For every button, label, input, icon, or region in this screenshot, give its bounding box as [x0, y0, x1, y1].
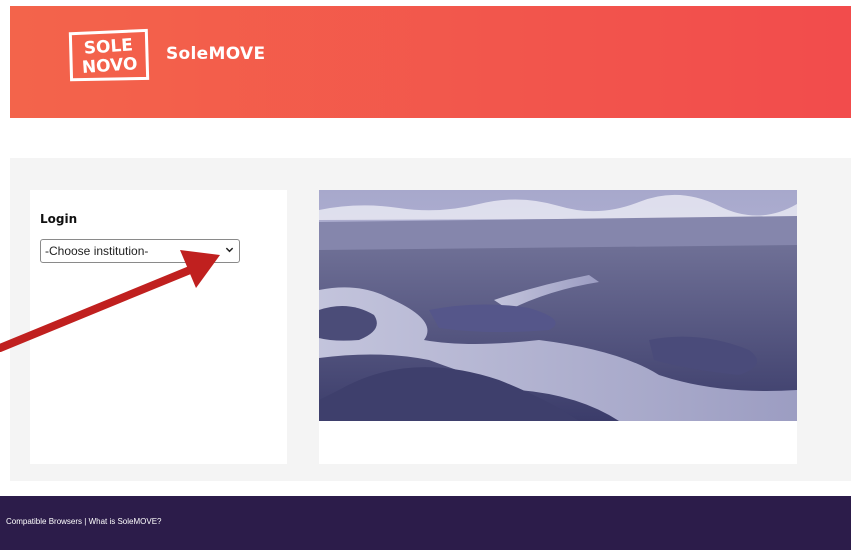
- what-is-solemove-link[interactable]: What is SoleMOVE?: [89, 517, 162, 526]
- hero-image-panel: [319, 190, 797, 464]
- solenovo-logo[interactable]: SOLE NOVO: [66, 24, 154, 88]
- login-heading: Login: [40, 212, 78, 226]
- login-panel: Login -Choose institution-: [30, 190, 287, 464]
- footer-links: Compatible Browsers | What is SoleMOVE?: [6, 517, 161, 526]
- compatible-browsers-link[interactable]: Compatible Browsers: [6, 517, 82, 526]
- header-banner: SOLE NOVO SoleMOVE: [10, 6, 851, 118]
- logo-line-2: NOVO: [81, 54, 138, 78]
- main-content: Login -Choose institution-: [10, 158, 851, 481]
- chevron-down-icon: [225, 247, 234, 253]
- lake-landscape-photo: [319, 190, 797, 421]
- institution-select[interactable]: -Choose institution-: [40, 239, 240, 263]
- app-title: SoleMOVE: [166, 44, 266, 64]
- footer: Compatible Browsers | What is SoleMOVE?: [0, 496, 851, 550]
- institution-select-value: -Choose institution-: [45, 244, 149, 258]
